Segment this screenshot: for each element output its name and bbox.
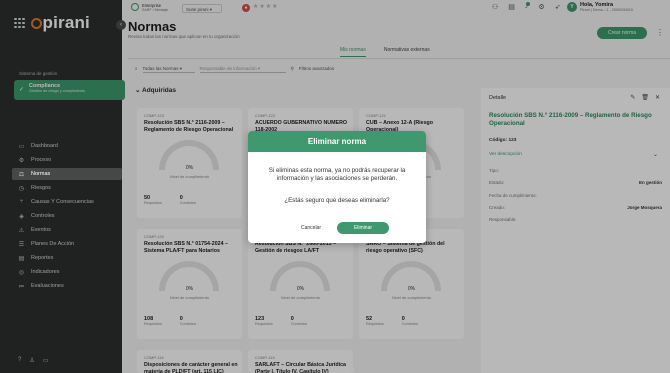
dialog-message: Si eliminas esta norma, ya no podrás rec… [268,167,406,182]
dialog-question: ¿Estás seguro que deseas eliminarla? [284,197,390,204]
confirm-delete-button[interactable]: Eliminar [337,222,389,234]
cancel-button[interactable]: Cancelar [285,222,337,234]
scale-icon: ⚖ [18,171,25,178]
dialog-title: Eliminar norma [248,131,426,152]
sidebar-item-normas[interactable]: ⚖ Normas [12,167,122,181]
